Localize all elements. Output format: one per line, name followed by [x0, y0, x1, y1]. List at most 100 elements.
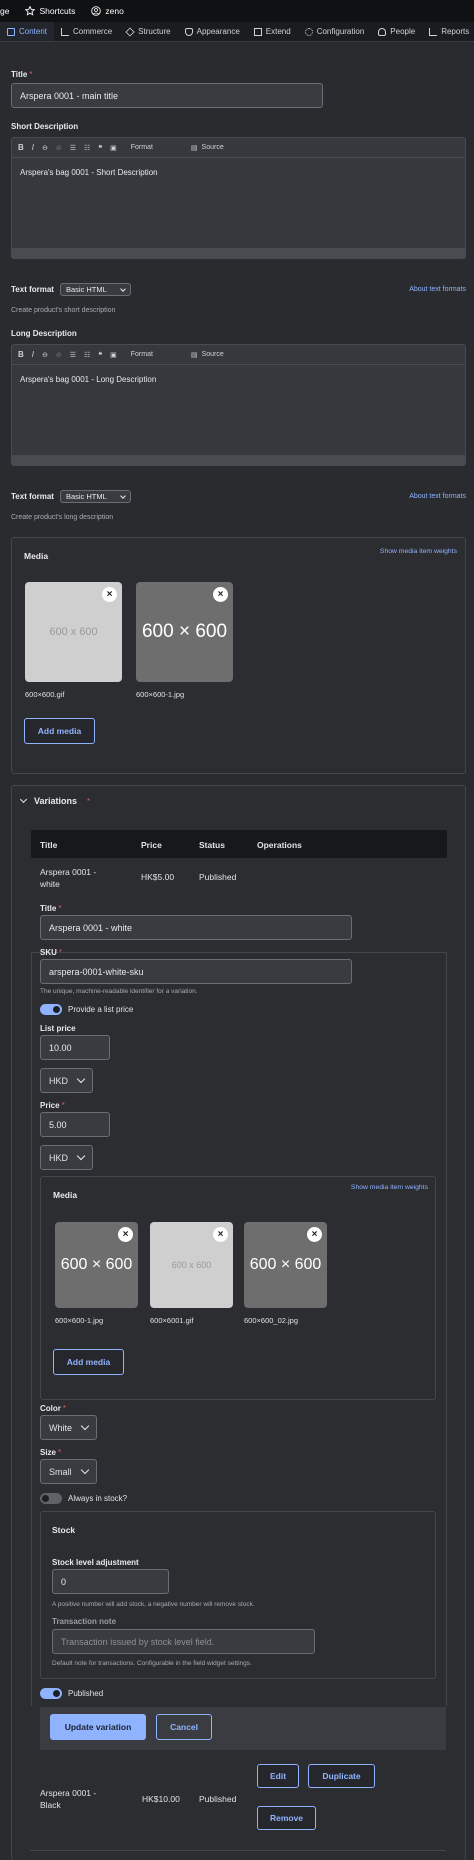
media-thumbnail: 600 × 600 ×	[244, 1222, 327, 1308]
tab-appearance[interactable]: Appearance	[178, 22, 247, 41]
source-icon[interactable]: ▤	[191, 144, 198, 152]
media-item[interactable]: 600 × 600 × 600×600_02.jpg	[244, 1222, 327, 1325]
numbered-list-icon[interactable]: ☷	[84, 351, 90, 359]
tab-reports[interactable]: Reports	[422, 22, 474, 41]
text-format-label: Text format	[11, 492, 54, 501]
editor-content[interactable]: Arspera's bag 0001 - Long Description	[12, 365, 465, 465]
list-price-toggle-row[interactable]: Provide a list price	[40, 1004, 133, 1015]
color-label: Color *	[40, 1404, 66, 1413]
image-icon[interactable]: ▣	[110, 144, 117, 152]
italic-icon[interactable]: I	[32, 350, 34, 359]
toolbar-shortcuts[interactable]: Shortcuts	[25, 6, 75, 16]
list-price-toggle[interactable]	[40, 1004, 62, 1015]
select-value: Small	[49, 1466, 72, 1477]
variation-title-input[interactable]: Arspera 0001 - white	[40, 915, 352, 940]
color-select[interactable]: White	[40, 1415, 98, 1440]
italic-icon[interactable]: I	[32, 143, 34, 152]
show-media-weights-link[interactable]: Show media item weights	[351, 1184, 428, 1191]
add-media-button[interactable]: Add media	[53, 1349, 124, 1375]
always-in-stock-row[interactable]: Always in stock?	[40, 1493, 127, 1504]
short-description-editor[interactable]: BI ⊖ ⊘ ☰ ☷ ❝ ▣ Format ▤ Source Arspera's bag…	[11, 137, 466, 259]
tab-label: Configuration	[316, 27, 365, 36]
list-price-currency-select[interactable]: HKD	[40, 1068, 94, 1093]
media-item[interactable]: 600 x 600 × 600×6001.gif	[150, 1222, 233, 1325]
published-row[interactable]: Published	[40, 1688, 103, 1699]
edit-variation-button[interactable]: Edit	[257, 1764, 299, 1788]
add-media-button[interactable]: Add media	[24, 718, 95, 744]
blockquote-icon[interactable]: ❝	[98, 144, 102, 152]
link-icon[interactable]: ⊖	[42, 144, 48, 152]
bullet-list-icon[interactable]: ☰	[70, 351, 76, 359]
remove-media-icon[interactable]: ×	[118, 1227, 133, 1242]
unlink-icon[interactable]: ⊘	[56, 351, 62, 359]
published-toggle[interactable]	[40, 1688, 62, 1699]
editor-content[interactable]: Arspera's bag 0001 - Short Description	[12, 158, 465, 258]
source-button[interactable]: Source	[202, 351, 224, 358]
numbered-list-icon[interactable]: ☷	[84, 144, 90, 152]
transaction-note-help: Default note for transactions. Configura…	[52, 1660, 252, 1667]
editor-text: Arspera's bag 0001 - Long Description	[20, 375, 157, 384]
short-description-label: Short Description	[11, 122, 79, 131]
tab-configuration[interactable]: Configuration	[298, 22, 372, 41]
unlink-icon[interactable]: ⊘	[56, 144, 62, 152]
price-currency-select[interactable]: HKD	[40, 1145, 94, 1170]
column-header-price: Price	[141, 840, 162, 850]
duplicate-variation-button[interactable]: Duplicate	[308, 1764, 375, 1788]
bullet-list-icon[interactable]: ☰	[70, 144, 76, 152]
label-text: Size	[40, 1448, 57, 1457]
short-text-format-row: Text format Basic HTML About text format…	[11, 283, 466, 296]
remove-media-icon[interactable]: ×	[307, 1227, 322, 1242]
sku-input[interactable]: arspera-0001-white-sku	[40, 959, 352, 984]
variation-row-title: Arspera 0001 - white	[40, 867, 97, 889]
bold-icon[interactable]: B	[18, 350, 24, 359]
variations-summary[interactable]: Variations *	[19, 795, 90, 806]
form-actions: Update variation Cancel	[40, 1707, 446, 1750]
media-item[interactable]: 600 x 600 × 600×600.gif	[25, 582, 122, 699]
input-value: 10.00	[49, 1042, 72, 1053]
tab-extend[interactable]: Extend	[247, 22, 298, 41]
remove-media-icon[interactable]: ×	[102, 587, 117, 602]
editor-text: Arspera's bag 0001 - Short Description	[20, 168, 158, 177]
about-text-formats-link[interactable]: About text formats	[409, 286, 466, 293]
always-in-stock-toggle[interactable]	[40, 1493, 62, 1504]
link-icon[interactable]: ⊖	[42, 351, 48, 359]
cancel-button[interactable]: Cancel	[156, 1714, 212, 1740]
text-format-select[interactable]: Basic HTML	[59, 283, 131, 296]
stock-adjustment-input[interactable]: 0	[52, 1569, 169, 1594]
blockquote-icon[interactable]: ❝	[98, 351, 102, 359]
media-item[interactable]: 600 × 600 × 600×600-1.jpg	[55, 1222, 138, 1325]
size-select[interactable]: Small	[40, 1459, 97, 1484]
list-price-input[interactable]: 10.00	[40, 1035, 110, 1060]
tab-content[interactable]: Content	[0, 22, 55, 41]
show-media-weights-link[interactable]: Show media item weights	[380, 548, 457, 555]
bold-icon[interactable]: B	[18, 143, 24, 152]
about-text-formats-link[interactable]: About text formats	[409, 493, 466, 500]
published-label: Published	[68, 1689, 104, 1698]
remove-variation-button[interactable]: Remove	[257, 1806, 316, 1830]
text-format-select[interactable]: Basic HTML	[59, 490, 131, 503]
toolbar-manage[interactable]: ge	[0, 6, 9, 16]
toolbar-user[interactable]: zeno	[91, 6, 124, 16]
media-item[interactable]: 600 × 600 × 600×600-1.jpg	[136, 582, 233, 699]
source-icon[interactable]: ▤	[191, 351, 198, 359]
format-dropdown[interactable]: Format	[131, 351, 153, 358]
tab-commerce[interactable]: Commerce	[54, 22, 119, 41]
title-input[interactable]: Arspera 0001 - main title	[11, 83, 323, 108]
remove-media-icon[interactable]: ×	[213, 1227, 228, 1242]
transaction-note-input[interactable]: Transaction issued by stock level field.	[52, 1629, 315, 1654]
media-title: Media	[53, 1190, 78, 1200]
remove-media-icon[interactable]: ×	[213, 587, 228, 602]
media-filename: 600×600-1.jpg	[55, 1316, 104, 1325]
update-variation-button[interactable]: Update variation	[50, 1714, 146, 1740]
format-dropdown[interactable]: Format	[131, 144, 153, 151]
long-description-editor[interactable]: BI ⊖ ⊘ ☰ ☷ ❝ ▣ Format ▤ Source Arspera's bag…	[11, 344, 466, 466]
input-value: Arspera 0001 - white	[49, 922, 133, 933]
image-icon[interactable]: ▣	[110, 351, 117, 359]
tab-structure[interactable]: Structure	[119, 22, 177, 41]
price-input[interactable]: 5.00	[40, 1112, 110, 1137]
select-value: HKD	[49, 1152, 69, 1163]
tab-people[interactable]: People	[371, 22, 422, 41]
long-description-help: Create product's long description	[11, 514, 114, 521]
source-button[interactable]: Source	[202, 144, 224, 151]
tab-label: Extend	[265, 27, 291, 36]
